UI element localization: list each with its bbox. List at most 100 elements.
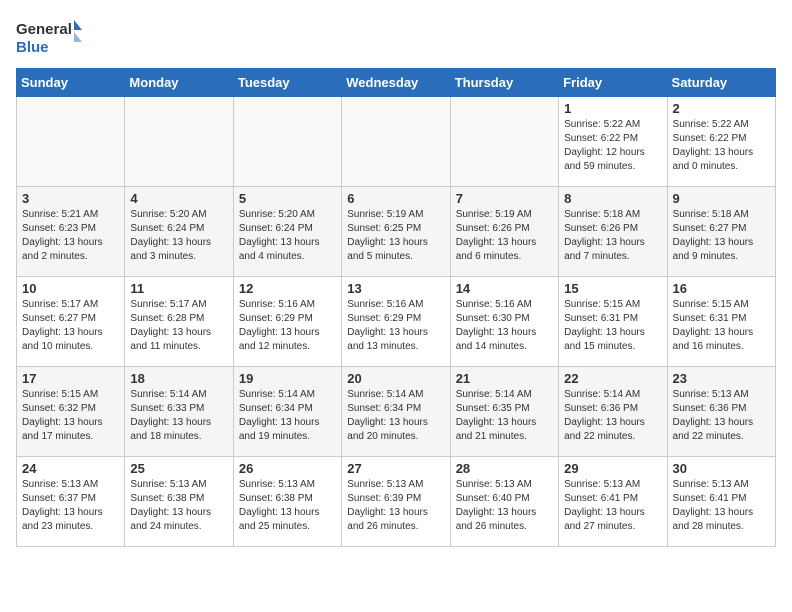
calendar-cell: 6Sunrise: 5:19 AM Sunset: 6:25 PM Daylig… [342, 187, 450, 277]
weekday-header: Tuesday [233, 69, 341, 97]
weekday-header: Monday [125, 69, 233, 97]
logo: General Blue [16, 16, 86, 60]
day-number: 29 [564, 461, 661, 476]
day-info: Sunrise: 5:17 AM Sunset: 6:27 PM Dayligh… [22, 298, 119, 354]
weekday-header-row: SundayMondayTuesdayWednesdayThursdayFrid… [17, 69, 776, 97]
day-number: 27 [347, 461, 444, 476]
weekday-header: Saturday [667, 69, 775, 97]
day-info: Sunrise: 5:17 AM Sunset: 6:28 PM Dayligh… [130, 298, 227, 354]
calendar-cell: 7Sunrise: 5:19 AM Sunset: 6:26 PM Daylig… [450, 187, 558, 277]
day-info: Sunrise: 5:14 AM Sunset: 6:34 PM Dayligh… [239, 388, 336, 444]
calendar-cell: 29 Sunrise: 5:13 AM Sunset: 6:41 PM Dayli… [559, 457, 667, 547]
day-number: 3 [22, 191, 119, 206]
weekday-header: Friday [559, 69, 667, 97]
day-number: 13 [347, 281, 444, 296]
calendar-week-row: 10 Sunrise: 5:17 AM Sunset: 6:27 PM Dayli… [17, 277, 776, 367]
day-number: 9 [673, 191, 770, 206]
day-number: 11 [130, 281, 227, 296]
day-number: 30 [673, 461, 770, 476]
calendar-cell: 16 Sunrise: 5:15 AM Sunset: 6:31 PM Dayli… [667, 277, 775, 367]
calendar-cell: 30 Sunrise: 5:13 AM Sunset: 6:41 PM Dayli… [667, 457, 775, 547]
day-number: 16 [673, 281, 770, 296]
day-info: Sunrise: 5:15 AM Sunset: 6:31 PM Dayligh… [673, 298, 770, 354]
day-number: 22 [564, 371, 661, 386]
calendar-cell: 20 Sunrise: 5:14 AM Sunset: 6:34 PM Dayli… [342, 367, 450, 457]
calendar-cell: 3 Sunrise: 5:21 AM Sunset: 6:23 PM Daylig… [17, 187, 125, 277]
day-info: Sunrise: 5:18 AM Sunset: 6:26 PM Dayligh… [564, 208, 661, 264]
day-info: Sunrise: 5:20 AM Sunset: 6:24 PM Dayligh… [130, 208, 227, 264]
calendar-cell: 2 Sunrise: 5:22 AM Sunset: 6:22 PM Daylig… [667, 97, 775, 187]
logo-svg: General Blue [16, 16, 86, 60]
calendar-cell [342, 97, 450, 187]
calendar-cell: 21 Sunrise: 5:14 AM Sunset: 6:35 PM Dayli… [450, 367, 558, 457]
calendar-week-row: 17Sunrise: 5:15 AM Sunset: 6:32 PM Dayli… [17, 367, 776, 457]
day-info: Sunrise: 5:13 AM Sunset: 6:40 PM Dayligh… [456, 478, 553, 534]
calendar-cell: 24 Sunrise: 5:13 AM Sunset: 6:37 PM Dayli… [17, 457, 125, 547]
day-number: 26 [239, 461, 336, 476]
day-info: Sunrise: 5:13 AM Sunset: 6:38 PM Dayligh… [239, 478, 336, 534]
day-info: Sunrise: 5:22 AM Sunset: 6:22 PM Dayligh… [564, 118, 661, 174]
day-number: 1 [564, 101, 661, 116]
day-number: 15 [564, 281, 661, 296]
weekday-header: Wednesday [342, 69, 450, 97]
calendar-cell: 19 Sunrise: 5:14 AM Sunset: 6:34 PM Dayli… [233, 367, 341, 457]
day-number: 2 [673, 101, 770, 116]
calendar-cell [450, 97, 558, 187]
header: General Blue [16, 16, 776, 60]
day-info: Sunrise: 5:13 AM Sunset: 6:38 PM Dayligh… [130, 478, 227, 534]
day-number: 25 [130, 461, 227, 476]
day-number: 14 [456, 281, 553, 296]
day-info: Sunrise: 5:13 AM Sunset: 6:41 PM Dayligh… [564, 478, 661, 534]
day-info: Sunrise: 5:13 AM Sunset: 6:37 PM Dayligh… [22, 478, 119, 534]
calendar-cell: 17Sunrise: 5:15 AM Sunset: 6:32 PM Dayli… [17, 367, 125, 457]
day-info: Sunrise: 5:14 AM Sunset: 6:35 PM Dayligh… [456, 388, 553, 444]
calendar-cell [233, 97, 341, 187]
calendar-cell: 25 Sunrise: 5:13 AM Sunset: 6:38 PM Dayli… [125, 457, 233, 547]
calendar-cell: 13 Sunrise: 5:16 AM Sunset: 6:29 PM Dayli… [342, 277, 450, 367]
day-number: 23 [673, 371, 770, 386]
svg-text:General: General [16, 21, 72, 38]
day-number: 20 [347, 371, 444, 386]
svg-text:Blue: Blue [16, 39, 49, 56]
calendar-cell: 22 Sunrise: 5:14 AM Sunset: 6:36 PM Dayli… [559, 367, 667, 457]
day-info: Sunrise: 5:22 AM Sunset: 6:22 PM Dayligh… [673, 118, 770, 174]
calendar-cell: 10 Sunrise: 5:17 AM Sunset: 6:27 PM Dayli… [17, 277, 125, 367]
day-info: Sunrise: 5:16 AM Sunset: 6:29 PM Dayligh… [347, 298, 444, 354]
day-info: Sunrise: 5:14 AM Sunset: 6:36 PM Dayligh… [564, 388, 661, 444]
day-info: Sunrise: 5:13 AM Sunset: 6:39 PM Dayligh… [347, 478, 444, 534]
day-info: Sunrise: 5:13 AM Sunset: 6:36 PM Dayligh… [673, 388, 770, 444]
calendar-cell: 12Sunrise: 5:16 AM Sunset: 6:29 PM Dayli… [233, 277, 341, 367]
day-info: Sunrise: 5:21 AM Sunset: 6:23 PM Dayligh… [22, 208, 119, 264]
day-info: Sunrise: 5:15 AM Sunset: 6:32 PM Dayligh… [22, 388, 119, 444]
day-number: 4 [130, 191, 227, 206]
calendar-cell: 18 Sunrise: 5:14 AM Sunset: 6:33 PM Dayli… [125, 367, 233, 457]
calendar-cell: 1 Sunrise: 5:22 AM Sunset: 6:22 PM Daylig… [559, 97, 667, 187]
day-number: 10 [22, 281, 119, 296]
day-number: 6 [347, 191, 444, 206]
calendar-cell: 5Sunrise: 5:20 AM Sunset: 6:24 PM Daylig… [233, 187, 341, 277]
weekday-header: Thursday [450, 69, 558, 97]
day-number: 28 [456, 461, 553, 476]
day-number: 24 [22, 461, 119, 476]
calendar-cell: 9Sunrise: 5:18 AM Sunset: 6:27 PM Daylig… [667, 187, 775, 277]
calendar-cell: 8Sunrise: 5:18 AM Sunset: 6:26 PM Daylig… [559, 187, 667, 277]
day-info: Sunrise: 5:14 AM Sunset: 6:33 PM Dayligh… [130, 388, 227, 444]
day-number: 5 [239, 191, 336, 206]
day-number: 7 [456, 191, 553, 206]
weekday-header: Sunday [17, 69, 125, 97]
calendar-cell: 15 Sunrise: 5:15 AM Sunset: 6:31 PM Dayli… [559, 277, 667, 367]
day-info: Sunrise: 5:16 AM Sunset: 6:29 PM Dayligh… [239, 298, 336, 354]
calendar-cell: 28 Sunrise: 5:13 AM Sunset: 6:40 PM Dayli… [450, 457, 558, 547]
calendar-week-row: 3 Sunrise: 5:21 AM Sunset: 6:23 PM Daylig… [17, 187, 776, 277]
day-number: 18 [130, 371, 227, 386]
calendar-cell [17, 97, 125, 187]
day-info: Sunrise: 5:15 AM Sunset: 6:31 PM Dayligh… [564, 298, 661, 354]
day-info: Sunrise: 5:14 AM Sunset: 6:34 PM Dayligh… [347, 388, 444, 444]
calendar-cell: 4 Sunrise: 5:20 AM Sunset: 6:24 PM Daylig… [125, 187, 233, 277]
calendar-cell [125, 97, 233, 187]
calendar-week-row: 24 Sunrise: 5:13 AM Sunset: 6:37 PM Dayli… [17, 457, 776, 547]
calendar-table: SundayMondayTuesdayWednesdayThursdayFrid… [16, 68, 776, 547]
day-number: 19 [239, 371, 336, 386]
day-number: 21 [456, 371, 553, 386]
day-info: Sunrise: 5:13 AM Sunset: 6:41 PM Dayligh… [673, 478, 770, 534]
